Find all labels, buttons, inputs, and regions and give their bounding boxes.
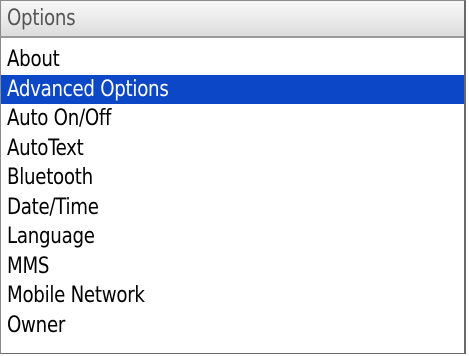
menu-item-label: MMS bbox=[7, 253, 50, 279]
menu-item-label: AutoText bbox=[7, 135, 84, 161]
menu-item-mobile-network[interactable]: Mobile Network bbox=[1, 281, 464, 311]
menu-item-bluetooth[interactable]: Bluetooth bbox=[1, 163, 464, 193]
page-title: Options bbox=[7, 6, 76, 31]
menu-item-advanced-options[interactable]: Advanced Options bbox=[1, 74, 464, 104]
options-menu-list: About Advanced Options Auto On/Off AutoT… bbox=[1, 45, 464, 340]
menu-item-label: Advanced Options bbox=[7, 76, 169, 102]
menu-item-autotext[interactable]: AutoText bbox=[1, 134, 464, 164]
menu-item-mms[interactable]: MMS bbox=[1, 252, 464, 282]
menu-item-label: Owner bbox=[7, 312, 66, 338]
menu-item-label: Language bbox=[7, 224, 95, 249]
menu-item-label: Mobile Network bbox=[7, 283, 145, 308]
options-screen: Options About Advanced Options Auto On/O… bbox=[0, 0, 466, 354]
menu-item-label: About bbox=[7, 47, 60, 72]
menu-item-date-time[interactable]: Date/Time bbox=[1, 193, 464, 223]
menu-item-about[interactable]: About bbox=[1, 45, 464, 75]
menu-item-label: Date/Time bbox=[7, 194, 99, 220]
title-bar: Options bbox=[1, 1, 464, 38]
menu-item-owner[interactable]: Owner bbox=[1, 311, 464, 341]
menu-item-label: Bluetooth bbox=[7, 165, 93, 190]
menu-item-language[interactable]: Language bbox=[1, 222, 464, 252]
menu-item-label: Auto On/Off bbox=[7, 106, 112, 131]
menu-item-auto-on-off[interactable]: Auto On/Off bbox=[1, 104, 464, 134]
